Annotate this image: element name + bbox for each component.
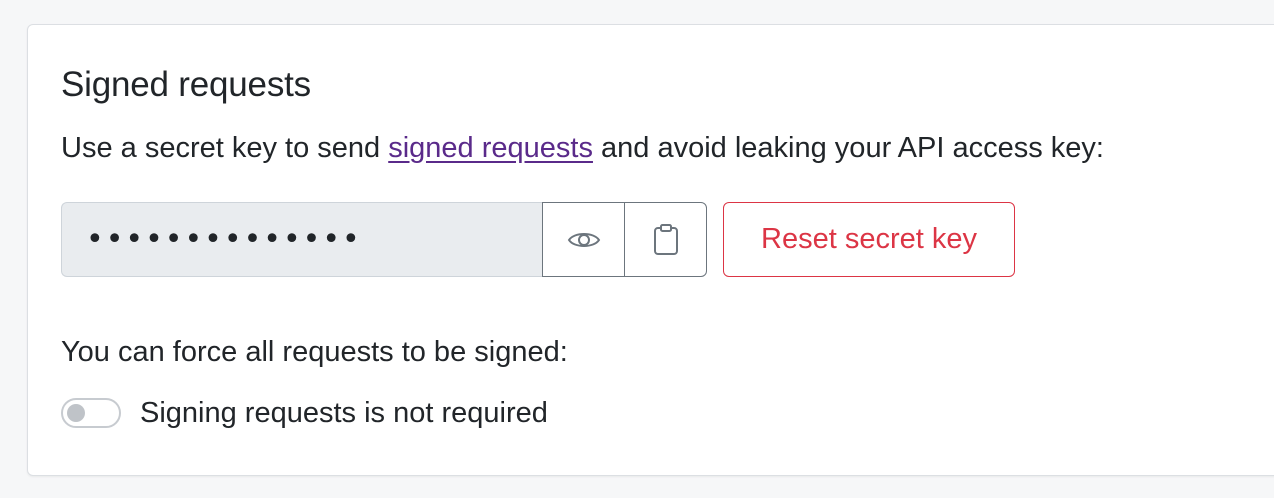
- force-signing-prompt: You can force all requests to be signed:: [61, 336, 568, 368]
- secret-key-group: ••••••••••••••: [61, 202, 707, 277]
- show-secret-button[interactable]: [542, 202, 624, 277]
- copy-secret-button[interactable]: [624, 202, 707, 277]
- reset-secret-key-button[interactable]: Reset secret key: [723, 202, 1015, 277]
- toggle-knob: [67, 404, 85, 422]
- clipboard-icon: [653, 223, 678, 255]
- eye-icon: [567, 232, 600, 247]
- force-signing-row: Signing requests is not required: [61, 393, 548, 433]
- description-text-before: Use a secret key to send: [61, 132, 389, 164]
- secret-key-field[interactable]: ••••••••••••••: [61, 202, 542, 277]
- signed-requests-card: Signed requests Use a secret key to send…: [27, 24, 1274, 476]
- description-text-after: and avoid leaking your API access key:: [592, 132, 1104, 164]
- force-signing-toggle[interactable]: [61, 398, 121, 428]
- section-description: Use a secret key to send signed requests…: [61, 128, 1104, 168]
- force-signing-label: Signing requests is not required: [140, 397, 548, 429]
- signed-requests-link[interactable]: signed requests: [388, 132, 593, 164]
- section-title: Signed requests: [61, 65, 311, 104]
